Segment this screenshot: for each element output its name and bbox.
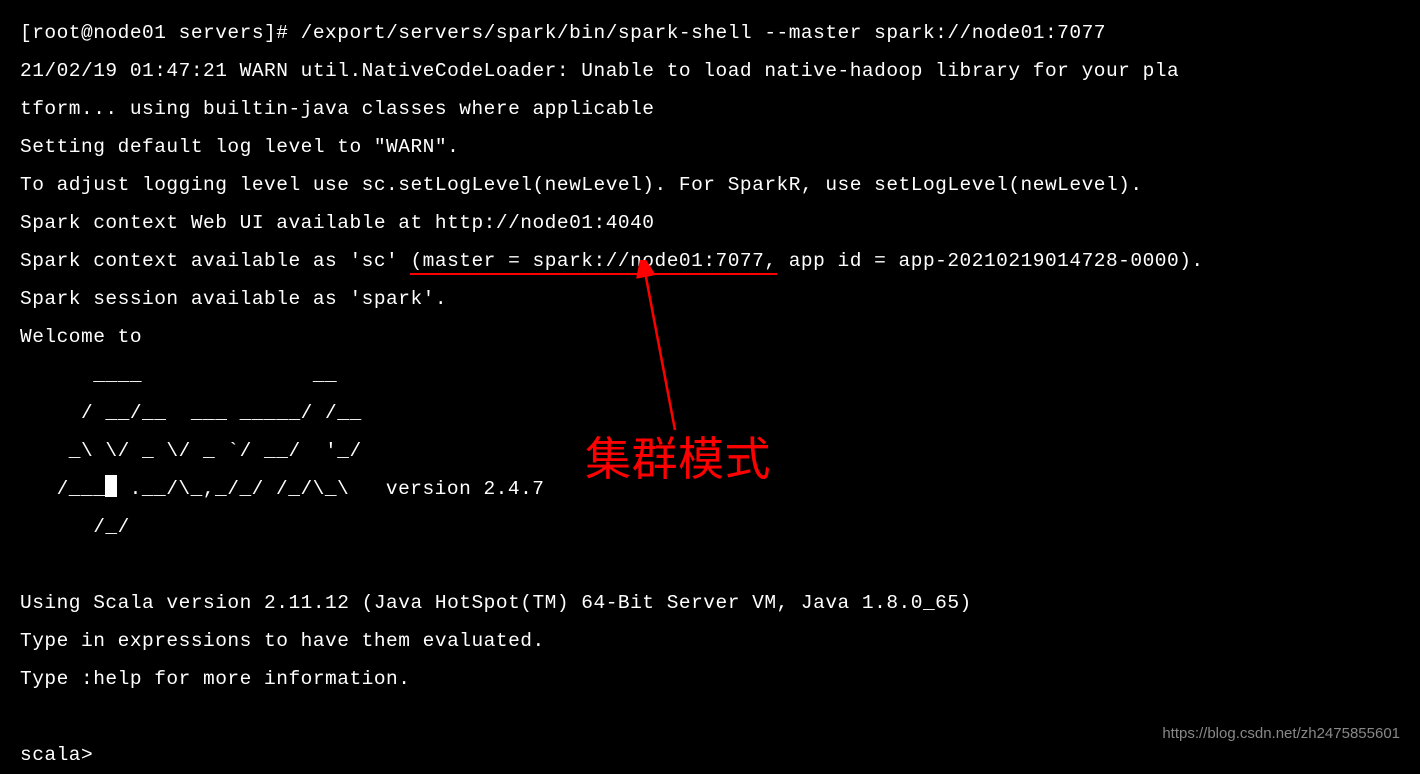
output-line-post: app id = app-20210219014728-0000).	[777, 250, 1204, 272]
output-highlighted: (master = spark://node01:7077,	[410, 250, 776, 275]
output-line: Type in expressions to have them evaluat…	[20, 630, 545, 652]
output-line: Type :help for more information.	[20, 668, 410, 690]
output-line: Welcome to	[20, 326, 142, 348]
spark-ascii-logo: _\ \/ _ \/ _ `/ __/ '_/	[20, 440, 362, 462]
output-line: Setting default log level to "WARN".	[20, 136, 459, 158]
output-line: Spark context Web UI available at http:/…	[20, 212, 655, 234]
shell-command: /export/servers/spark/bin/spark-shell --…	[301, 22, 1106, 44]
output-line-pre: Spark context available as 'sc'	[20, 250, 410, 272]
output-line: Spark session available as 'spark'.	[20, 288, 447, 310]
scala-prompt[interactable]: scala>	[20, 744, 105, 766]
spark-ascii-logo: /_/	[20, 516, 130, 538]
cursor-block	[105, 475, 117, 497]
spark-ascii-logo: / __/__ ___ _____/ /__	[20, 402, 362, 424]
output-line: Using Scala version 2.11.12 (Java HotSpo…	[20, 592, 972, 614]
spark-ascii-logo: ____ __	[20, 364, 337, 386]
watermark-text: https://blog.csdn.net/zh2475855601	[1162, 719, 1400, 748]
terminal-output: [root@node01 servers]# /export/servers/s…	[20, 14, 1400, 774]
output-line: tform... using builtin-java classes wher…	[20, 98, 655, 120]
spark-ascii-logo: .__/\_,_/_/ /_/\_\ version 2.4.7	[117, 478, 544, 500]
output-line: To adjust logging level use sc.setLogLev…	[20, 174, 1143, 196]
shell-prompt: [root@node01 servers]#	[20, 22, 301, 44]
spark-ascii-logo: /___	[20, 478, 105, 500]
output-line: 21/02/19 01:47:21 WARN util.NativeCodeLo…	[20, 60, 1179, 82]
